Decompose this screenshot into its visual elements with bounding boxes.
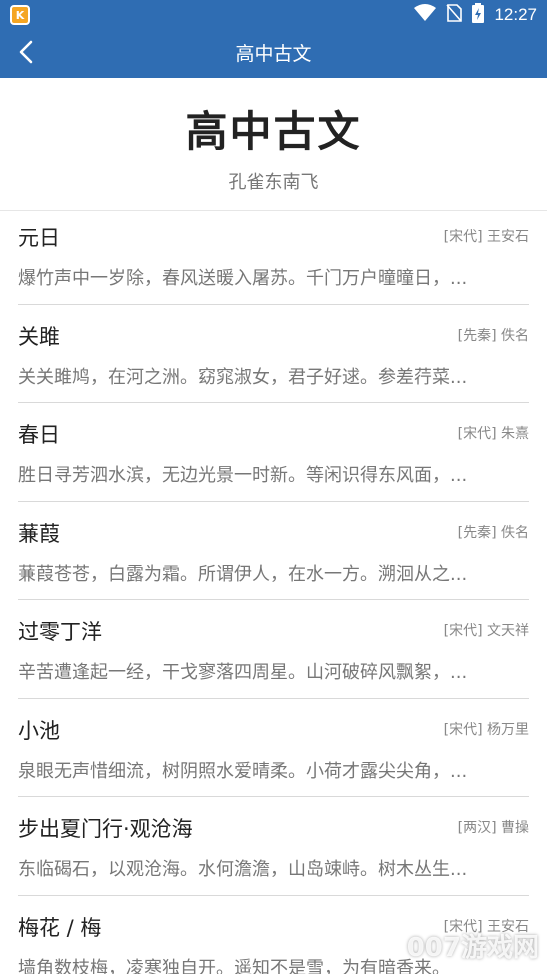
poem-list: 元日 [宋代] 王安石 爆竹声中一岁除，春风送暖入屠苏。千门万户曈曈日，... … (0, 212, 547, 974)
page-subtitle: 孔雀东南飞 (228, 172, 319, 193)
item-divider (18, 599, 529, 600)
poem-author: [宋代] 王安石 (443, 229, 529, 245)
poem-excerpt: 东临碣石，以观沧海。水何澹澹，山岛竦峙。树木丛生... (18, 859, 468, 880)
poem-list-item[interactable]: 小池 [宋代] 杨万里 泉眼无声惜细流，树阴照水爱晴柔。小荷才露尖尖角，... (0, 705, 547, 804)
poem-list-item[interactable]: 步出夏门行·观沧海 [两汉] 曹操 东临碣石，以观沧海。水何澹澹，山岛竦峙。树木… (0, 803, 547, 902)
poem-excerpt: 蒹葭苍苍，白露为霜。所谓伊人，在水一方。溯洄从之... (18, 563, 468, 585)
battery-icon (472, 3, 485, 27)
item-divider (18, 500, 529, 502)
poem-title: 小池 (18, 718, 60, 743)
status-icons: 12:27 (414, 0, 537, 30)
app-bar-title: 高中古文 (235, 43, 312, 65)
app-notification-icon: K (10, 5, 30, 25)
poem-title: 梅花 / 梅 (18, 915, 102, 940)
poem-excerpt: 胜日寻芳泗水滨，无边光景一时新。等闲识得东风面，... (18, 465, 468, 486)
poem-excerpt: 关关雎鸠，在河之洲。窈窕淑女，君子好逑。参差荇菜... (18, 366, 468, 388)
poem-list-item[interactable]: 元日 [宋代] 王安石 爆竹声中一岁除，春风送暖入屠苏。千门万户曈曈日，... (0, 212, 547, 311)
poem-list-item[interactable]: 蒹葭 [先秦] 佚名 蒹葭苍苍，白露为霜。所谓伊人，在水一方。溯洄从之... (0, 508, 547, 607)
item-divider (18, 402, 529, 403)
item-divider (18, 894, 529, 896)
poem-title: 元日 (18, 226, 60, 250)
status-time: 12:27 (494, 5, 537, 24)
wifi-icon (414, 4, 437, 26)
poem-excerpt: 泉眼无声惜细流，树阴照水爱晴柔。小荷才露尖尖角，... (18, 760, 468, 782)
poem-title: 春日 (18, 423, 60, 447)
app-bar: 高中古文 (0, 30, 547, 78)
no-sim-icon (446, 4, 463, 26)
poem-author: [先秦] 佚名 (457, 524, 529, 541)
poem-author: [两汉] 曹操 (457, 820, 529, 836)
item-divider (18, 303, 529, 305)
poem-list-item[interactable]: 春日 [宋代] 朱熹 胜日寻芳泗水滨，无边光景一时新。等闲识得东风面，... (0, 409, 547, 508)
poem-title: 步出夏门行·观沧海 (18, 817, 193, 841)
poem-list-item[interactable]: 过零丁洋 [宋代] 文天祥 辛苦遭逢起一经，干戈寥落四周星。山河破碎风飘絮，..… (0, 606, 547, 705)
poem-excerpt: 辛苦遭逢起一经，干戈寥落四周星。山河破碎风飘絮，... (18, 662, 468, 683)
poem-title: 蒹葭 (18, 521, 60, 546)
poem-title: 过零丁洋 (18, 620, 102, 644)
watermark-logo: 007游戏网 (406, 933, 539, 963)
poem-author: [宋代] 文天祥 (443, 623, 529, 639)
status-bar: K 12:27 (0, 0, 547, 30)
page-title: 高中古文 (185, 107, 362, 156)
poem-excerpt: 爆竹声中一岁除，春风送暖入屠苏。千门万户曈曈日，... (18, 268, 468, 289)
poem-author: [先秦] 佚名 (457, 327, 529, 344)
poem-title: 关雎 (18, 324, 60, 349)
item-divider (18, 796, 529, 797)
item-divider (18, 697, 529, 699)
poem-author: [宋代] 杨万里 (443, 721, 529, 738)
poem-list-item[interactable]: 关雎 [先秦] 佚名 关关雎鸠，在河之洲。窈窕淑女，君子好逑。参差荇菜... (0, 311, 547, 410)
header-divider (0, 210, 547, 211)
poem-author: [宋代] 朱熹 (457, 426, 529, 442)
